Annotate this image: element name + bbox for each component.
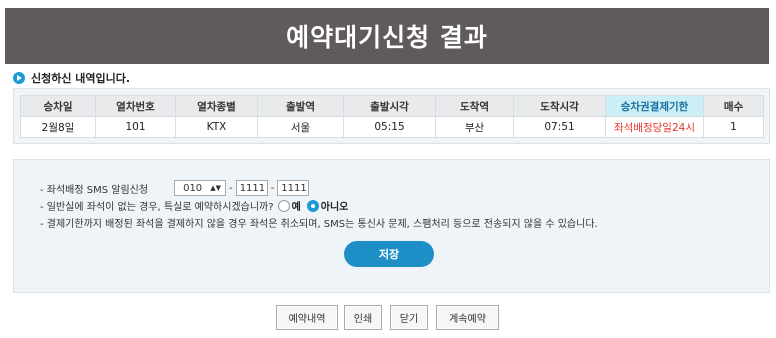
options-panel: - 좌석배정 SMS 알림신청 010 ▲▼ - 1111 - 1111 - 일… — [13, 159, 770, 293]
continue-reservation-button[interactable]: 계속예약 — [436, 305, 499, 330]
no-radio-label[interactable]: 아니오 — [321, 198, 349, 213]
page-title: 예약대기신청 결과 — [286, 23, 488, 52]
sms-row: - 좌석배정 SMS 알림신청 010 ▲▼ - 1111 - 1111 — [40, 180, 310, 196]
header-departure-station: 출발역 — [257, 95, 344, 117]
reservation-table-panel: 승차일 열차번호 열차종별 출발역 출발시각 도착역 도착시각 승차권결제기한 … — [13, 88, 770, 144]
bullet-arrow-icon — [13, 72, 25, 84]
cancellation-notice: - 결제기한까지 배정된 좌석을 결제하지 않을 경우 좌석은 취소되며, SM… — [40, 219, 598, 230]
header-arrival-station: 도착역 — [435, 95, 514, 117]
sms-label: - 좌석배정 SMS 알림신청 — [40, 184, 149, 196]
reservation-history-button[interactable]: 예약내역 — [276, 305, 338, 330]
special-seat-question: - 일반실에 좌석이 없는 경우, 특실로 예약하시겠습니까? — [40, 202, 274, 213]
header-date: 승차일 — [20, 95, 96, 117]
cell-train-number: 101 — [95, 116, 176, 138]
cell-arrival-station: 부산 — [435, 116, 514, 138]
cell-ticket-count: 1 — [703, 116, 764, 138]
save-button[interactable]: 저장 — [344, 241, 434, 267]
cell-payment-deadline: 좌석배정당일24시 — [605, 116, 704, 138]
section-heading-label: 신청하신 내역입니다. — [31, 72, 131, 85]
notice-row: - 결제기한까지 배정된 좌석을 결제하지 않을 경우 좌석은 취소되며, SM… — [40, 215, 598, 230]
cell-date: 2월8일 — [20, 116, 96, 138]
yes-radio[interactable] — [277, 199, 290, 212]
table-row: 2월8일 101 KTX 서울 05:15 부산 07:51 좌석배정당일24시… — [20, 116, 764, 138]
phone-prefix-value: 010 — [183, 182, 203, 194]
bottom-button-bar: 예약내역 인쇄 닫기 계속예약 — [0, 305, 776, 331]
close-button[interactable]: 닫기 — [390, 305, 428, 330]
print-button[interactable]: 인쇄 — [344, 305, 382, 330]
phone-separator: - — [229, 182, 233, 194]
table-header-row: 승차일 열차번호 열차종별 출발역 출발시각 도착역 도착시각 승차권결제기한 … — [20, 95, 764, 117]
yes-radio-label[interactable]: 예 — [292, 198, 301, 213]
phone-last-input[interactable]: 1111 — [277, 180, 310, 196]
cell-departure-time: 05:15 — [343, 116, 436, 138]
title-bar: 예약대기신청 결과 — [5, 8, 769, 64]
header-payment-deadline: 승차권결제기한 — [605, 95, 704, 117]
no-radio[interactable] — [306, 199, 319, 212]
cell-train-type: KTX — [175, 116, 258, 138]
header-train-number: 열차번호 — [95, 95, 176, 117]
phone-middle-input[interactable]: 1111 — [235, 180, 268, 196]
header-ticket-count: 매수 — [703, 95, 764, 117]
cell-arrival-time: 07:51 — [513, 116, 606, 138]
header-train-type: 열차종별 — [175, 95, 258, 117]
header-arrival-time: 도착시각 — [513, 95, 606, 117]
select-arrows-icon: ▲▼ — [210, 184, 222, 192]
phone-prefix-select[interactable]: 010 ▲▼ — [174, 180, 227, 196]
special-seat-row: - 일반실에 좌석이 없는 경우, 특실로 예약하시겠습니까? 예 아니오 — [40, 198, 350, 213]
reservation-table: 승차일 열차번호 열차종별 출발역 출발시각 도착역 도착시각 승차권결제기한 … — [20, 95, 764, 138]
section-heading: 신청하신 내역입니다. — [13, 70, 130, 86]
phone-separator: - — [270, 182, 275, 194]
header-departure-time: 출발시각 — [343, 95, 436, 117]
cell-departure-station: 서울 — [257, 116, 344, 138]
